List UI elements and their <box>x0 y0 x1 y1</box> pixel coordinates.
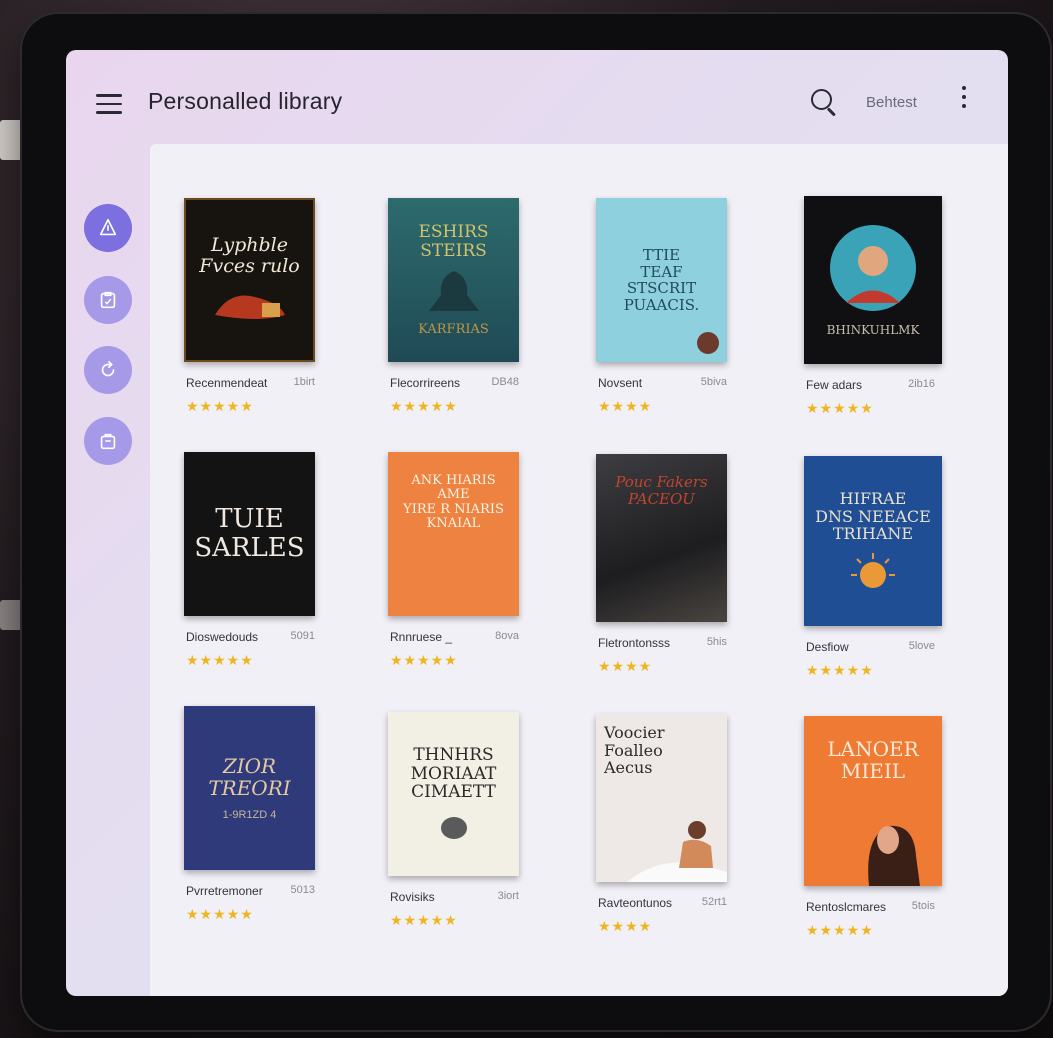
book-meta: 5biva <box>700 376 727 388</box>
cover-title: ZIOR TREORI <box>208 754 291 800</box>
book-title: Rnnruese _ <box>390 630 453 644</box>
more-vertical-icon[interactable] <box>958 86 970 116</box>
cover-title: ANK HIARIS AME YIRE R NIARIS KNAIAL <box>403 473 504 531</box>
book-meta: 8ova <box>495 630 519 642</box>
clipboard-nav-icon[interactable] <box>84 276 132 324</box>
book-title: Recenmendeat <box>186 376 268 390</box>
book-card[interactable]: THNHRS MORIAAT CIMAETT Rovisiks 3iort ★★★… <box>388 712 553 929</box>
book-card[interactable]: Pouc Fakers PACEOU Fletrontonsss 5his ★★★… <box>596 454 761 675</box>
book-card[interactable]: TUIE SARLES Dioswedouds 5091 ★★★★★ <box>184 452 349 669</box>
cover-illustration <box>428 270 479 311</box>
book-meta: 1birt <box>293 376 315 388</box>
top-action-link[interactable]: Behtest <box>866 94 917 111</box>
cover-title: TUIE SARLES <box>194 504 305 563</box>
book-meta: 5tois <box>911 900 935 912</box>
cover-title: LANOER MIEIL <box>827 737 919 783</box>
book-card[interactable]: BHINKUHLMK Few adars 2ib16 ★★★★★ <box>804 196 969 417</box>
book-meta: 5his <box>706 636 727 648</box>
book-card[interactable]: LANOER MIEIL Rentoslcmares 5tois ★★★★★ <box>804 716 969 939</box>
bag-nav-icon[interactable] <box>84 417 132 465</box>
book-meta: 3iort <box>497 890 519 902</box>
sun-illustration <box>851 552 895 588</box>
page-title: Personalled library <box>148 88 343 114</box>
star-rating: ★★★★★ <box>806 662 874 678</box>
cover-title: TTIE TEAF STSCRIT PUAACIS. <box>623 246 700 314</box>
star-rating: ★★★★★ <box>390 912 458 928</box>
star-rating: ★★★★★ <box>390 398 458 414</box>
book-card[interactable]: ESHIRS STEIRS KARFRIAS Flecorrireens DB48… <box>388 198 553 415</box>
cover-title: HIFRAE DNS NEEACE TRIHANE <box>815 489 931 544</box>
star-rating: ★★★★★ <box>186 652 254 668</box>
book-meta: 52rt1 <box>701 896 727 908</box>
book-cover: TTIE TEAF STSCRIT PUAACIS. <box>596 198 727 362</box>
cover-illustration <box>627 821 727 882</box>
book-title: Fletrontonsss <box>598 636 671 650</box>
book-card[interactable]: TTIE TEAF STSCRIT PUAACIS. Novsent 5biva … <box>596 198 761 415</box>
star-rating: ★★★★ <box>598 398 653 414</box>
app-screen: Personalled library Behtest Lyphble Fvce… <box>66 50 1008 996</box>
ambient-light <box>0 600 22 630</box>
book-cover: Pouc Fakers PACEOU <box>596 454 727 622</box>
cover-title: THNHRS MORIAAT CIMAETT <box>410 744 497 803</box>
refresh-nav-icon[interactable] <box>84 346 132 394</box>
cover-title: ESHIRS STEIRS <box>418 222 489 261</box>
cover-subtitle: 1-9R1ZD 4 <box>222 809 277 821</box>
top-app-bar: Personalled library Behtest <box>66 50 1008 144</box>
star-rating: ★★★★★ <box>806 400 874 416</box>
book-cover: Voocier Foalleo Aecus <box>596 714 727 882</box>
search-icon[interactable] <box>809 87 839 117</box>
book-title: Novsent <box>598 376 643 390</box>
book-meta: 2ib16 <box>908 378 935 390</box>
book-cover: Lyphble Fvces rulo <box>184 198 315 362</box>
book-meta: 5love <box>908 640 935 652</box>
cover-illustration <box>440 817 467 840</box>
book-title: Rovisiks <box>390 890 435 904</box>
book-cover: THNHRS MORIAAT CIMAETT <box>388 712 519 876</box>
book-card[interactable]: ZIOR TREORI 1-9R1ZD 4 Pvrretremoner 5013 … <box>184 706 349 923</box>
book-cover: TUIE SARLES <box>184 452 315 616</box>
book-cover: BHINKUHLMK <box>804 196 942 364</box>
book-card[interactable]: Lyphble Fvces rulo Recenmendeat 1birt ★★★… <box>184 198 349 415</box>
star-rating: ★★★★ <box>598 918 653 934</box>
book-card[interactable]: Voocier Foalleo Aecus Ravteontunos 52rt1 … <box>596 714 761 935</box>
ambient-light <box>0 120 22 160</box>
book-cover: LANOER MIEIL <box>804 716 942 886</box>
hamburger-menu-icon[interactable] <box>96 94 122 114</box>
book-cover: ANK HIARIS AME YIRE R NIARIS KNAIAL <box>388 452 519 616</box>
cover-illustration <box>214 295 285 319</box>
cover-portrait <box>868 825 920 886</box>
cover-subtitle: KARFRIAS <box>418 321 489 337</box>
book-title: Rentoslcmares <box>806 900 887 914</box>
book-cover: ESHIRS STEIRS KARFRIAS <box>388 198 519 362</box>
star-rating: ★★★★★ <box>186 398 254 414</box>
star-rating: ★★★★★ <box>186 906 254 922</box>
cover-title: Voocier Foalleo Aecus <box>604 723 665 778</box>
book-cover: HIFRAE DNS NEEACE TRIHANE <box>804 456 942 626</box>
star-rating: ★★★★★ <box>806 922 874 938</box>
star-rating: ★★★★ <box>598 658 653 674</box>
book-title: Desfiow <box>806 640 849 654</box>
book-meta: 5091 <box>290 630 315 642</box>
book-title: Few adars <box>806 378 863 392</box>
triangle-nav-icon[interactable] <box>84 204 132 252</box>
book-grid: Lyphble Fvces rulo Recenmendeat 1birt ★★★… <box>150 144 1008 996</box>
book-title: Flecorrireens <box>390 376 461 390</box>
cover-title: Pouc Fakers PACEOU <box>615 473 708 508</box>
book-card[interactable]: HIFRAE DNS NEEACE TRIHANE Desfiow 5love ★… <box>804 456 969 679</box>
book-title: Ravteontunos <box>598 896 673 910</box>
cover-illustration <box>697 332 719 354</box>
book-cover: ZIOR TREORI 1-9R1ZD 4 <box>184 706 315 870</box>
star-rating: ★★★★★ <box>390 652 458 668</box>
book-meta: DB48 <box>491 376 519 388</box>
book-title: Dioswedouds <box>186 630 259 644</box>
cover-portrait <box>830 225 916 311</box>
navigation-rail <box>66 144 150 996</box>
book-title: Pvrretremoner <box>186 884 263 898</box>
cover-title: Lyphble Fvces rulo <box>199 234 300 277</box>
book-card[interactable]: ANK HIARIS AME YIRE R NIARIS KNAIAL Rnnr… <box>388 452 553 669</box>
cover-subtitle: BHINKUHLMK <box>826 323 920 337</box>
book-meta: 5013 <box>290 884 315 896</box>
